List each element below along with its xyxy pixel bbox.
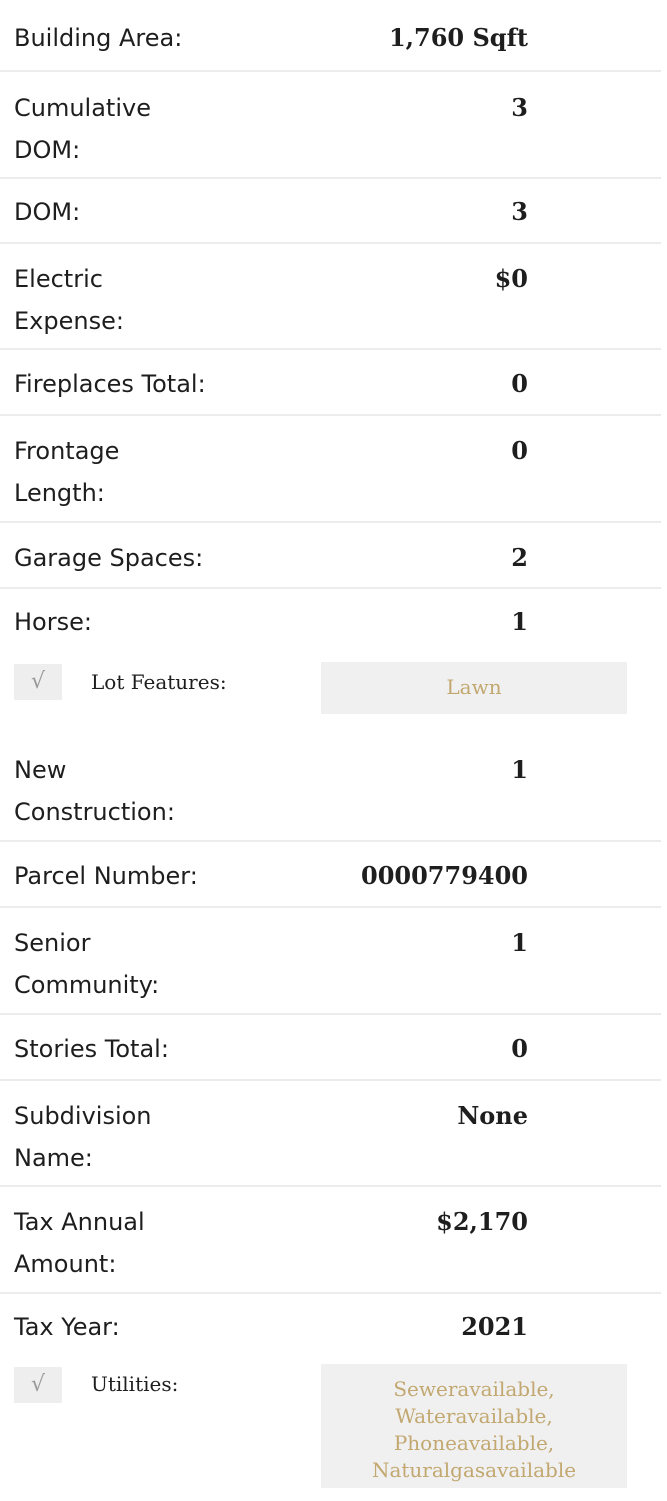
detail-label: Tax Annual Amount: xyxy=(14,1208,145,1278)
detail-value: 2021 xyxy=(461,1312,528,1341)
detail-row-dom: DOM: 3 xyxy=(0,179,661,244)
detail-value: $2,170 xyxy=(436,1207,528,1236)
detail-label: Building Area: xyxy=(14,24,183,52)
detail-label: Subdivision Name: xyxy=(14,1102,152,1172)
detail-label: Fireplaces Total: xyxy=(14,370,206,398)
detail-label: Frontage Length: xyxy=(14,437,120,507)
detail-value: None xyxy=(457,1101,528,1130)
detail-value: 1 xyxy=(511,607,528,636)
detail-value: 2 xyxy=(511,543,528,572)
utilities-tag: Seweravailable, Wateravailable, Phoneava… xyxy=(321,1364,627,1488)
detail-row-subdivision-name: Subdivision Name: None xyxy=(0,1081,661,1187)
detail-row-senior-community: Senior Community: 1 xyxy=(0,908,661,1015)
utilities-label: Utilities: xyxy=(91,1372,179,1396)
detail-row-new-construction: New Construction: 1 xyxy=(0,735,661,842)
detail-label: Horse: xyxy=(14,608,92,636)
detail-row-tax-annual-amount: Tax Annual Amount: $2,170 xyxy=(0,1187,661,1294)
detail-row-tax-year: Tax Year: 2021 xyxy=(0,1294,661,1361)
detail-label: Parcel Number: xyxy=(14,862,198,890)
detail-value: 0 xyxy=(511,1034,528,1063)
detail-row-electric-expense: Electric Expense: $0 xyxy=(0,244,661,350)
detail-value: 0000779400 xyxy=(361,861,528,890)
detail-row-building-area: Building Area: 1,760 Sqft xyxy=(0,0,661,72)
detail-label: Garage Spaces: xyxy=(14,544,204,572)
detail-label: DOM: xyxy=(14,198,81,226)
detail-label: Electric Expense: xyxy=(14,265,124,335)
detail-value: 3 xyxy=(511,93,528,122)
detail-row-garage-spaces: Garage Spaces: 2 xyxy=(0,523,661,589)
detail-row-fireplaces-total: Fireplaces Total: 0 xyxy=(0,350,661,416)
detail-label: Cumulative DOM: xyxy=(14,94,151,164)
detail-row-parcel-number: Parcel Number: 0000779400 xyxy=(0,842,661,908)
detail-label: Tax Year: xyxy=(14,1313,120,1341)
detail-value: 1 xyxy=(511,755,528,784)
detail-value: $0 xyxy=(494,264,528,293)
detail-value: 1,760 Sqft xyxy=(388,23,528,52)
detail-value: 1 xyxy=(511,928,528,957)
detail-row-cumulative-dom: Cumulative DOM: 3 xyxy=(0,72,661,179)
detail-label: Senior Community: xyxy=(14,929,160,999)
detail-row-stories-total: Stories Total: 0 xyxy=(0,1015,661,1081)
detail-label: Stories Total: xyxy=(14,1035,169,1063)
lot-features-label: Lot Features: xyxy=(91,670,227,694)
detail-value: 0 xyxy=(511,369,528,398)
lot-features-check-icon[interactable]: √ xyxy=(14,664,62,700)
detail-row-frontage-length: Frontage Length: 0 xyxy=(0,416,661,523)
detail-value: 0 xyxy=(511,436,528,465)
utilities-check-icon[interactable]: √ xyxy=(14,1367,62,1403)
detail-value: 3 xyxy=(511,197,528,226)
lot-features-tag: Lawn xyxy=(321,662,627,714)
detail-label: New Construction: xyxy=(14,756,175,826)
detail-row-horse: Horse: 1 xyxy=(0,589,661,651)
